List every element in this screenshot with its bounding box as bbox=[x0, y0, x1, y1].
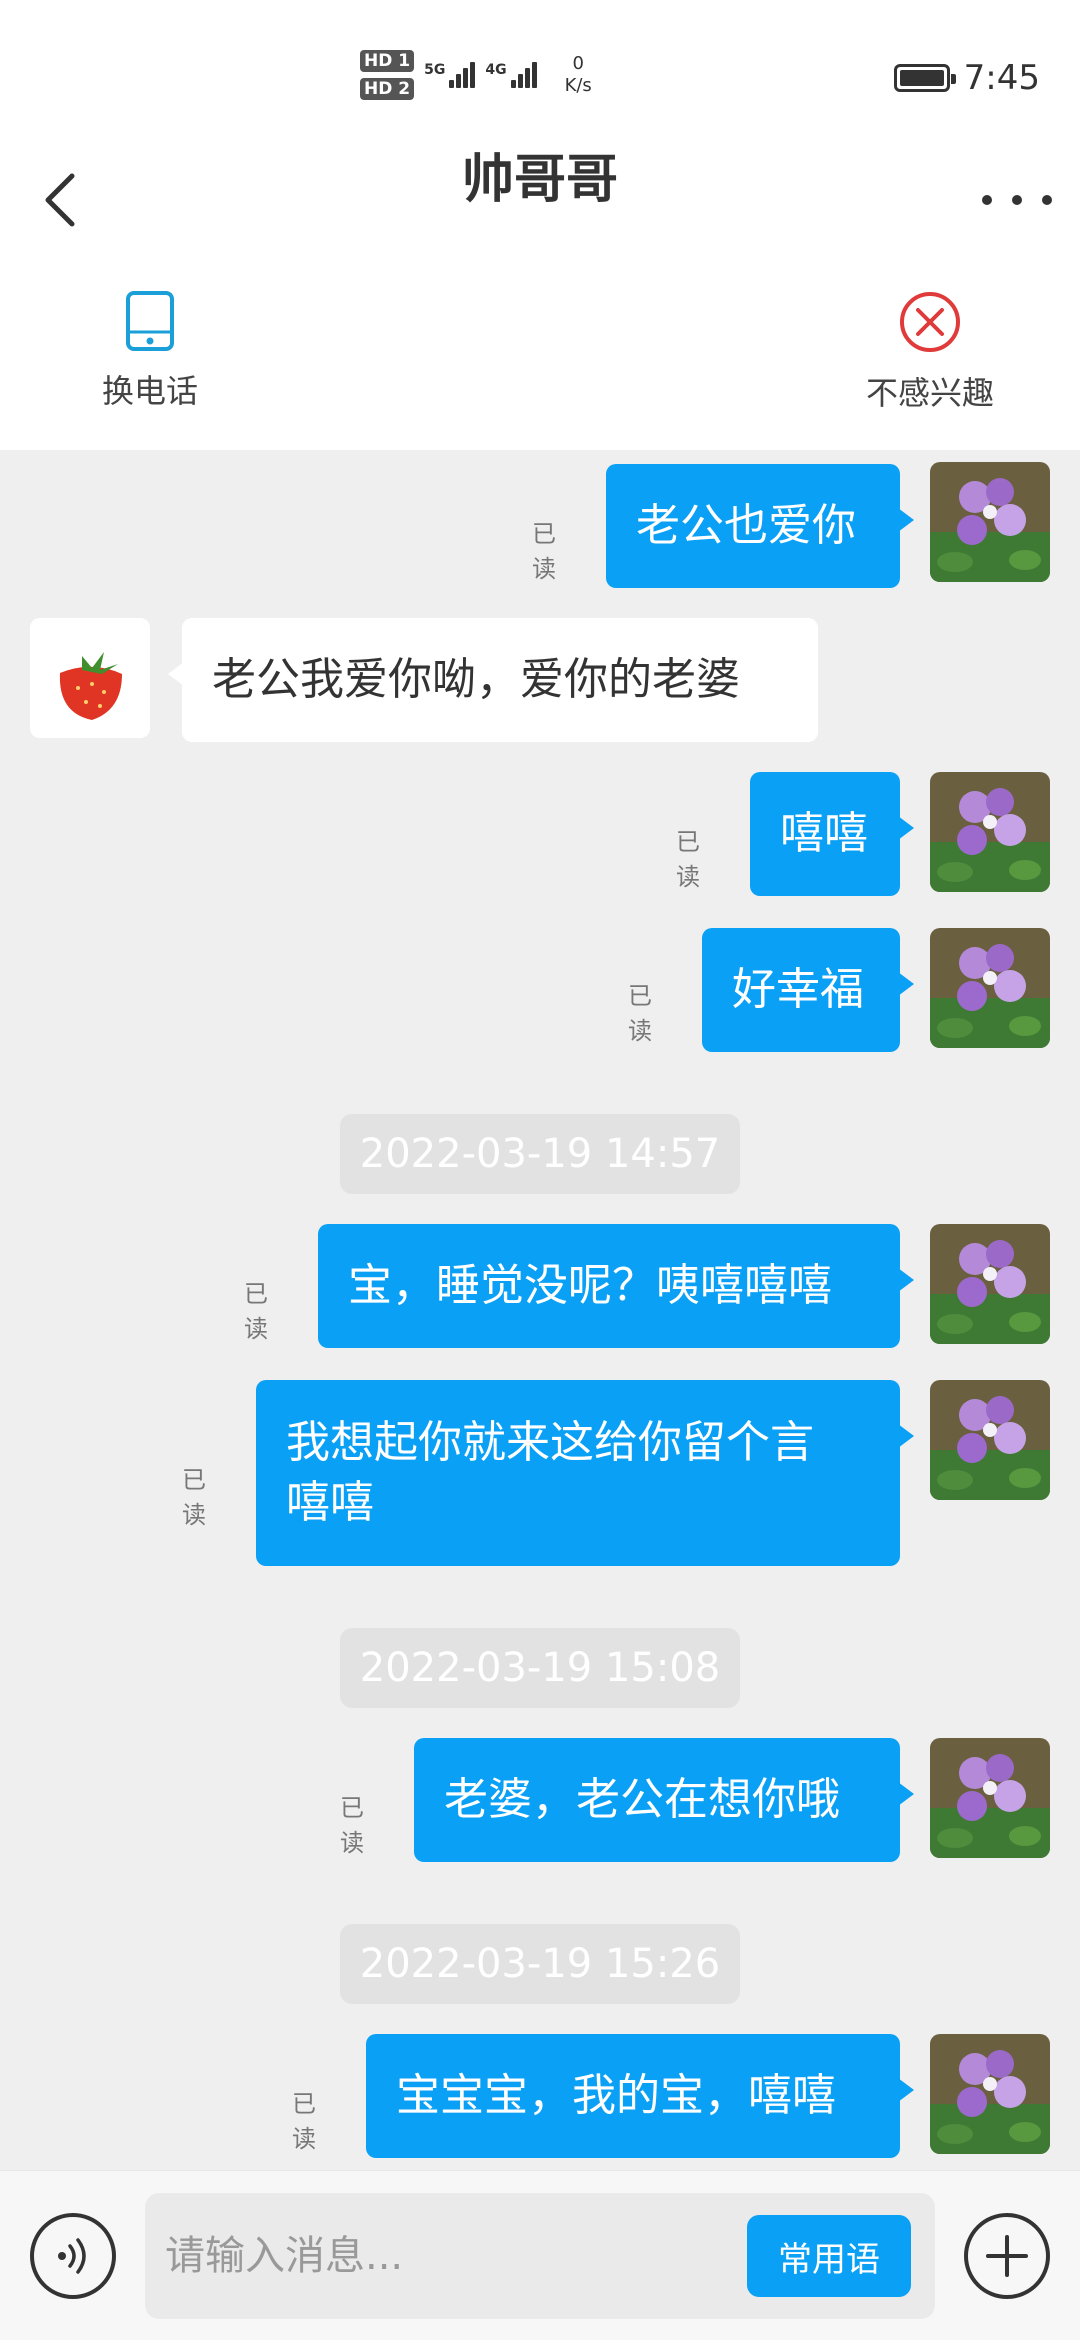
avatar-self[interactable] bbox=[930, 928, 1050, 1048]
circle-x-icon bbox=[900, 292, 960, 352]
read-receipt: 已读 bbox=[676, 828, 700, 891]
flower-avatar-icon bbox=[930, 1738, 1050, 1858]
message-bubble[interactable]: 宝宝宝，我的宝，嘻嘻 bbox=[366, 2034, 914, 2158]
flower-avatar-icon bbox=[930, 462, 1050, 582]
timestamp-badge: 2022-03-19 14:57 bbox=[340, 1114, 740, 1194]
avatar-self[interactable] bbox=[930, 2034, 1050, 2154]
message-bubble[interactable]: 好幸福 bbox=[702, 928, 914, 1052]
hd-indicators: HD 1 HD 2 bbox=[360, 50, 415, 100]
status-network-group: HD 1 HD 2 5G 4G 0 K/s bbox=[360, 50, 592, 100]
switch-phone-label: 换电话 bbox=[101, 372, 198, 410]
message-bubble[interactable]: 嘻嘻 bbox=[750, 772, 914, 896]
read-receipt: 已读 bbox=[244, 1280, 268, 1343]
signal-5g: 5G bbox=[424, 62, 476, 88]
hd2-badge: HD 2 bbox=[360, 78, 415, 100]
plus-icon bbox=[986, 2235, 1028, 2277]
flower-avatar-icon bbox=[930, 1224, 1050, 1344]
timestamp-badge: 2022-03-19 15:26 bbox=[340, 1924, 740, 2004]
phone-icon bbox=[126, 291, 174, 351]
avatar-self[interactable] bbox=[930, 462, 1050, 582]
more-icon bbox=[982, 195, 992, 205]
signal-bar bbox=[517, 74, 523, 88]
signal-bar bbox=[470, 62, 476, 88]
message-bubble[interactable]: 老婆，老公在想你哦 bbox=[414, 1738, 914, 1862]
read-receipt: 已读 bbox=[628, 982, 652, 1045]
signal-bar bbox=[531, 62, 537, 88]
strawberry-avatar-icon bbox=[30, 618, 150, 738]
flower-avatar-icon bbox=[930, 928, 1050, 1048]
more-icon bbox=[1012, 195, 1022, 205]
message-bubble[interactable]: 老公也爱你 bbox=[606, 464, 914, 588]
flower-avatar-icon bbox=[930, 2034, 1050, 2154]
network-speed: 0 K/s bbox=[565, 53, 592, 97]
input-bar: 常用语 bbox=[0, 2170, 1080, 2340]
status-bar: HD 1 HD 2 5G 4G 0 K/s 7:45 bbox=[0, 0, 1080, 140]
signal-4g: 4G bbox=[485, 62, 537, 88]
status-time: 7:45 bbox=[963, 58, 1040, 98]
switch-phone-button[interactable]: 换电话 bbox=[70, 290, 230, 412]
message-line: 我想起你就来这给你留个言 bbox=[286, 1417, 814, 1468]
signal-bar bbox=[456, 74, 462, 88]
message-line: 嘻嘻 bbox=[286, 1477, 374, 1528]
message-input-container: 常用语 bbox=[145, 2193, 935, 2319]
message-bubble[interactable]: 老公我爱你呦，爱你的老婆 bbox=[168, 618, 818, 742]
signal-bar bbox=[463, 68, 469, 88]
more-icon bbox=[1042, 195, 1052, 205]
status-right-group: 7:45 bbox=[893, 58, 1040, 98]
more-button[interactable] bbox=[982, 170, 1052, 230]
signal-bar bbox=[524, 68, 530, 88]
page-title: 帅哥哥 bbox=[461, 150, 618, 210]
avatar-self[interactable] bbox=[930, 1224, 1050, 1344]
chat-area[interactable]: 已读 老公也爱你 老公我爱你呦，爱你的老婆 已读 嘻嘻 已读 好幸福 2022-… bbox=[0, 450, 1080, 2170]
common-phrases-button[interactable]: 常用语 bbox=[747, 2215, 911, 2297]
avatar-self[interactable] bbox=[930, 1380, 1050, 1500]
avatar-self[interactable] bbox=[930, 772, 1050, 892]
voice-icon bbox=[58, 2238, 86, 2274]
signal-bar bbox=[449, 80, 455, 88]
flower-avatar-icon bbox=[930, 772, 1050, 892]
message-input[interactable] bbox=[165, 2221, 705, 2291]
hd1-badge: HD 1 bbox=[360, 50, 415, 72]
title-bar: 帅哥哥 bbox=[0, 140, 1080, 260]
voice-button[interactable] bbox=[30, 2213, 116, 2299]
read-receipt: 已读 bbox=[182, 1466, 206, 1529]
network-5g-label: 5G bbox=[424, 62, 446, 78]
network-4g-label: 4G bbox=[485, 62, 507, 78]
message-bubble[interactable]: 我想起你就来这给你留个言 嘻嘻 bbox=[256, 1380, 914, 1566]
message-bubble[interactable]: 宝，睡觉没呢？咦嘻嘻嘻 bbox=[318, 1224, 914, 1348]
action-row: 换电话 不感兴趣 bbox=[0, 260, 1080, 450]
add-button[interactable] bbox=[964, 2213, 1050, 2299]
timestamp-badge: 2022-03-19 15:08 bbox=[340, 1628, 740, 1708]
speed-unit: K/s bbox=[564, 75, 592, 96]
avatar-self[interactable] bbox=[930, 1738, 1050, 1858]
flower-avatar-icon bbox=[930, 1380, 1050, 1500]
not-interested-label: 不感兴趣 bbox=[865, 374, 994, 412]
read-receipt: 已读 bbox=[340, 1794, 364, 1857]
signal-bar bbox=[510, 80, 516, 88]
speed-value: 0 bbox=[572, 53, 584, 74]
battery-icon bbox=[893, 64, 956, 92]
read-receipt: 已读 bbox=[532, 520, 556, 583]
read-receipt: 已读 bbox=[292, 2090, 316, 2153]
not-interested-button[interactable]: 不感兴趣 bbox=[850, 290, 1010, 414]
avatar-contact[interactable] bbox=[30, 618, 150, 738]
